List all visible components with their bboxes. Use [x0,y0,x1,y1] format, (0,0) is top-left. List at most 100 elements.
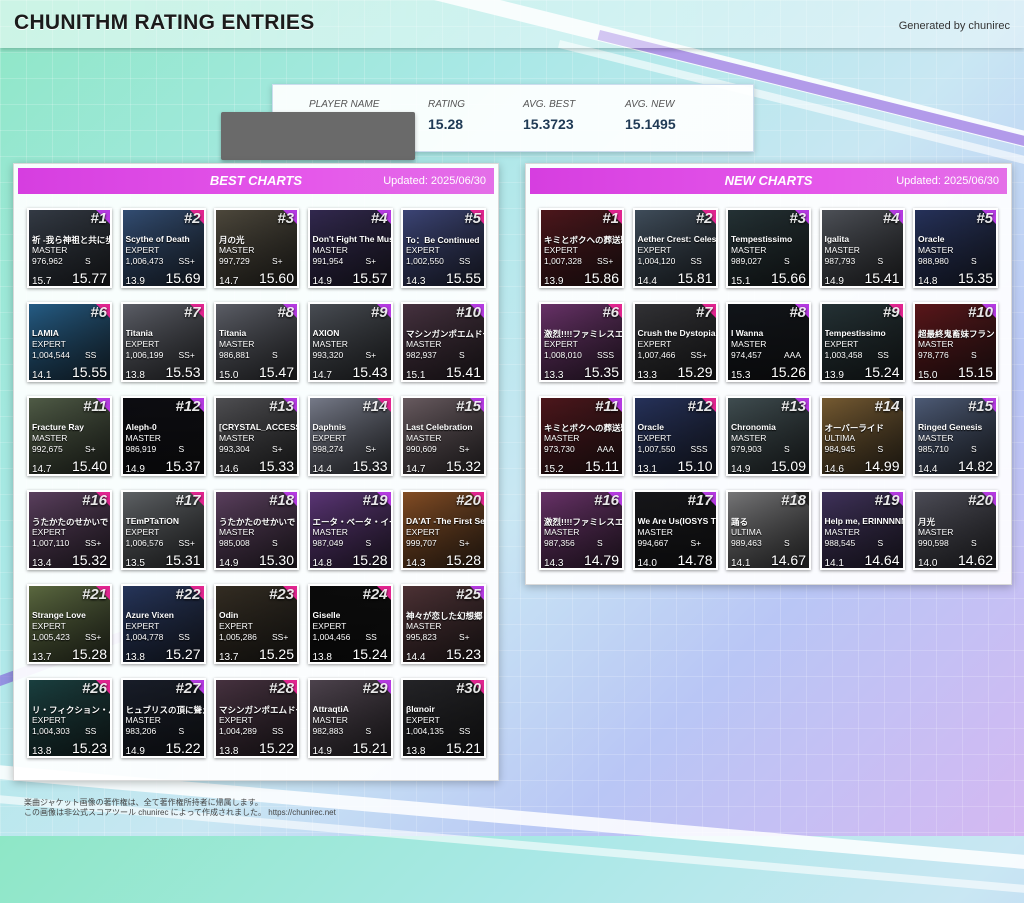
chart-card: #16 うたかたのせかいで EXPERT 1,007,110 SS+ 13.4 15.32 [27,490,112,570]
chart-difficulty: EXPERT [312,621,347,631]
chart-difficulty: MASTER [312,527,348,537]
chart-constant: 15.3 [731,370,751,381]
chart-difficulty: EXPERT [824,339,859,349]
chart-constant: 14.9 [312,276,332,287]
chart-rank: #22 [175,586,201,603]
chart-rating: 14.79 [583,552,619,568]
chart-difficulty: EXPERT [219,621,253,631]
chart-difficulty: MASTER [219,433,255,443]
chart-card: #1祈 -我ら神祖と共に歩む者なり-MASTER976,962S15.715.7… [27,208,112,288]
chart-rating: 15.77 [71,270,107,286]
chart-grade: SS+ [85,632,102,642]
chart-constant: 14.7 [406,464,426,475]
avg-new-value: 15.1495 [625,116,676,132]
chart-rating: 15.21 [352,740,388,756]
chart-rank: #3 [277,210,294,227]
chart-difficulty: MASTER [219,339,255,349]
chart-title: Titania [219,328,247,338]
chart-rank: #11 [83,398,107,415]
chart-grade: S [178,444,185,454]
chart-grade: SS [272,726,284,736]
chart-constant: 13.1 [637,464,657,475]
chart-difficulty: EXPERT [32,715,66,725]
chart-rating: 15.66 [770,270,806,286]
chart-rating: 15.21 [445,740,481,756]
chart-score: 979,903 [731,444,762,454]
chart-score: 974,457 [731,350,762,360]
chart-title: Chronomia [731,422,776,432]
best-charts-panel: BEST CHARTS Updated: 2025/06/30 #1 祈 -我ら神… [13,163,499,781]
chart-card: #12 Oracle EXPERT 1,007,550 SSS 13.1 15.10 [632,396,718,476]
chart-constant: 15.2 [544,464,564,475]
chart-score: 1,007,466 [637,350,676,360]
chart-rating: 15.60 [258,270,294,286]
chart-difficulty: MASTER [219,527,255,537]
chart-constant: 13.4 [32,558,52,569]
chart-score: 978,776 [918,350,949,360]
chart-rating: 15.69 [165,270,201,286]
chart-rank: #1 [90,210,107,227]
chart-card: #21 Strange Love EXPERT 1,005,423 SS+ 13.7 15.… [27,584,112,664]
chart-rating: 15.23 [445,646,481,662]
chart-rank: #15 [455,398,481,415]
chart-grade: SS+ [178,256,195,266]
chart-rank: #4 [370,210,388,227]
chart-title: DA'AT -The First Seeker- [406,516,484,526]
chart-constant: 14.7 [219,276,239,287]
chart-card: #9 Tempestissimo EXPERT 1,003,458 SS 13.9 15.2… [819,302,905,382]
chart-rank: #2 [695,210,713,227]
chart-title: I Wanna [731,328,764,338]
chart-constant: 14.8 [312,558,332,569]
chart-rank: #20 [967,492,993,509]
chart-title: Igalita [824,234,850,244]
chart-rating: 15.25 [258,646,294,662]
avg-best-value: 15.3723 [523,116,574,132]
chart-rank: #14 [874,398,900,415]
chart-card: #2 Aether Crest: CelestialEXPERT1,004,120… [632,208,718,288]
chart-rating: 15.41 [445,364,481,380]
player-name-redacted [221,112,415,160]
chart-rank: #9 [882,304,900,321]
chart-difficulty: EXPERT [544,245,578,255]
chart-rating: 15.86 [583,270,619,286]
chart-score: 994,667 [637,538,669,548]
chart-constant: 13.8 [125,370,145,381]
chart-score: 1,007,110 [32,538,70,548]
chart-difficulty: EXPERT [637,339,672,349]
footer-copyright: 楽曲ジャケット画像の著作権は、全て著作権所持者に帰属します。 [24,798,263,807]
chart-constant: 13.8 [32,746,52,757]
avg-new-stat: AVG. NEW 15.1495 [625,99,676,132]
avg-best-stat: AVG. BEST 15.3723 [523,99,575,132]
chart-rating: 15.35 [957,270,993,286]
chart-difficulty: EXPERT [125,245,160,255]
chart-rating: 15.26 [770,364,806,380]
chart-title: βlαnoir [406,704,435,714]
chart-rank: #6 [602,304,619,321]
chart-rating: 14.82 [957,458,993,474]
chart-grade: SS [85,726,97,736]
chart-constant: 13.7 [219,652,239,663]
chart-difficulty: MASTER [32,433,68,443]
chart-difficulty: MASTER [312,245,348,255]
chart-constant: 14.3 [544,558,564,569]
chart-card: #30 βlαnoir EXPERT 1,004,135 SS 13.8 15.21 [401,678,486,758]
chart-grade: S [272,350,278,360]
chart-card: #8 I Wanna MASTER 974,457 AAA 15.3 15.26 [726,302,811,382]
chart-difficulty: MASTER [406,339,442,349]
chart-rating: 15.55 [445,270,481,286]
generated-by: Generated by chunirec [898,20,1010,32]
chart-rating: 15.55 [71,364,107,380]
chart-difficulty: EXPERT [544,339,578,349]
chart-card: #18 踊る ULTIMA 989,463 S 14.1 14.67 [726,490,811,570]
chart-score: 990,609 [406,444,437,454]
chart-difficulty: MASTER [32,245,68,255]
chart-score: 1,006,473 [125,256,164,266]
chart-grade: S+ [459,538,470,548]
chart-difficulty: MASTER [406,433,442,443]
chart-grade: S [784,538,790,548]
chart-rank: #11 [595,398,619,415]
chart-score: 1,004,135 [406,726,444,736]
chart-rating: 15.10 [677,458,713,474]
chart-constant: 14.0 [637,558,657,569]
chart-difficulty: MASTER [125,715,161,725]
